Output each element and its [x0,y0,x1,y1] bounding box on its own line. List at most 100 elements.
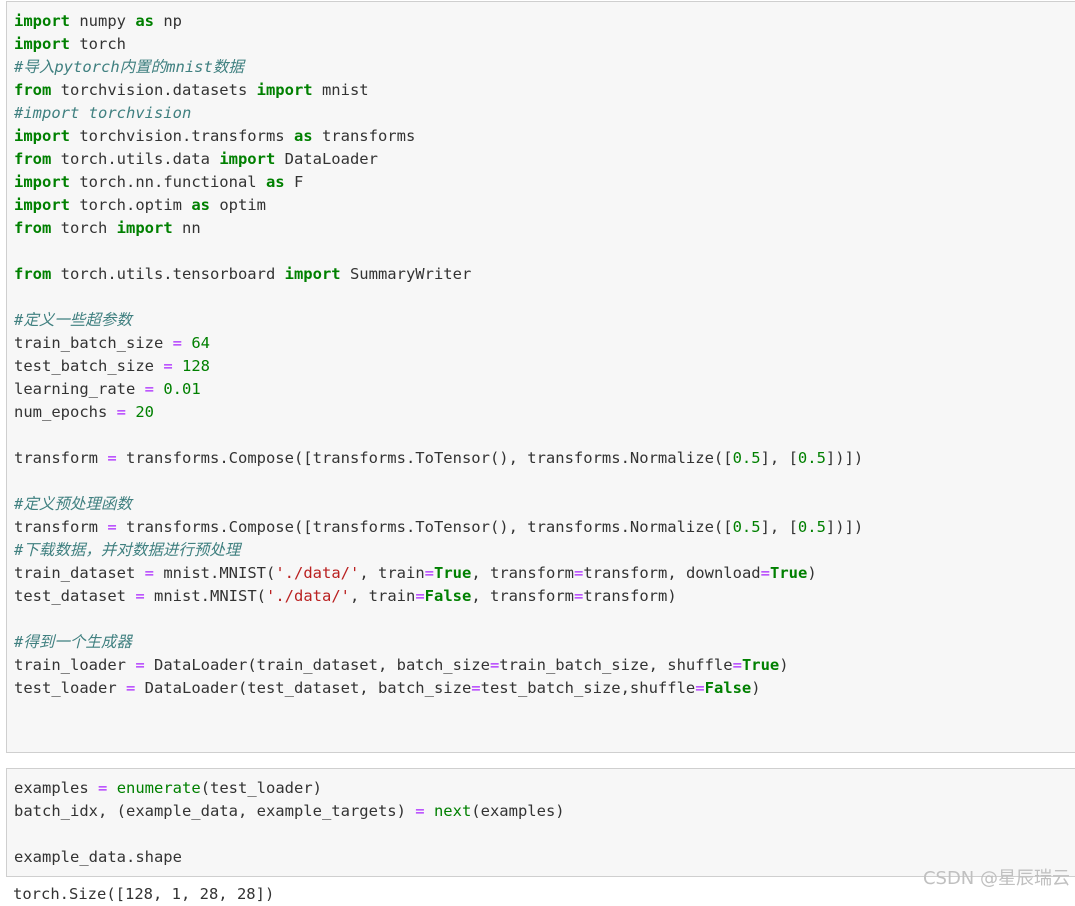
code-token: ], [ [760,518,798,536]
code-token: = [172,334,182,352]
code-token: 0.5 [797,518,826,536]
code-token: import [14,173,70,191]
code-token: import [14,127,70,145]
code-token: transforms [312,127,416,145]
code-line: import torch.optim as optim [14,194,863,217]
code-token: import [256,81,313,99]
code-token: test_batch_size [14,357,164,375]
code-token: 0.5 [797,449,826,467]
code-token: import [14,12,70,30]
code-token: torch.utils.data [51,150,220,168]
code-line: #定义一些超参数 [14,309,863,332]
code-token: test_loader [14,679,126,697]
code-token: DataLoader [275,150,378,168]
code-token: #import torchvision [14,104,192,122]
code-line: from torch.utils.tensorboard import Summ… [14,263,863,286]
code-token: = [415,802,425,820]
code-token: 0.5 [732,449,761,467]
code-token: './data/' [275,564,360,582]
code-token: train_loader [14,656,136,674]
code-token: = [732,656,742,674]
code-token: import [284,265,341,283]
code-line: examples = enumerate(test_loader) [14,777,565,800]
code-token: 0.01 [163,380,201,398]
code-editor[interactable]: examples = enumerate(test_loader) batch_i… [14,777,565,869]
code-line: num_epochs = 20 [14,401,863,424]
code-token: #下载数据，并对数据进行预处理 [14,541,241,559]
code-token: ) [751,679,761,697]
code-token: torchvision.transforms [70,127,294,145]
code-line: test_dataset = mnist.MNIST('./data/', tr… [14,585,863,608]
code-line: train_batch_size = 64 [14,332,863,355]
code-token: learning_rate [14,380,145,398]
code-token: 20 [135,403,155,421]
code-token: from [14,219,52,237]
code-line: #import torchvision [14,102,863,125]
code-token: #定义预处理函数 [14,495,132,513]
code-token: , train [359,564,425,582]
code-token: import [14,196,70,214]
code-line: #导入pytorch内置的mnist数据 [14,56,863,79]
code-token: = [98,779,108,797]
code-token: , train [350,587,416,605]
code-token: = [163,357,173,375]
code-token: (test_loader) [200,779,323,797]
code-line: #得到一个生成器 [14,631,863,654]
code-token: ], [ [760,449,798,467]
code-line: transform = transforms.Compose([transfor… [14,447,863,470]
code-token: = [574,587,584,605]
code-token: as [191,196,210,214]
code-token: = [135,656,145,674]
code-token: True [741,656,780,674]
code-token: = [125,679,136,697]
code-token: torch.utils.tensorboard [51,265,285,283]
code-cell-imports[interactable]: import numpy as np import torch #导入pytorch… [6,1,1075,753]
code-token: transform [14,449,108,467]
code-token: SummaryWriter [340,265,472,283]
code-token: mnist.MNIST( [144,587,266,605]
code-token: F [284,173,304,191]
code-token: = [424,564,434,582]
code-token: torch.optim [70,196,192,214]
code-token: torchvision.datasets [51,81,257,99]
code-token: example_data.shape [14,848,182,866]
code-token: DataLoader(test_dataset, batch_size [135,679,472,697]
code-token: #定义一些超参数 [14,311,132,329]
code-token: optim [210,196,266,214]
code-token: as [293,127,313,145]
code-line: test_loader = DataLoader(test_dataset, b… [14,677,863,700]
code-cell-examples[interactable]: examples = enumerate(test_loader) batch_i… [6,768,1075,877]
code-token: np [154,12,182,30]
code-line: example_data.shape [14,846,565,869]
code-token: = [489,656,500,674]
code-editor[interactable]: import numpy as np import torch #导入pytorch… [14,10,863,700]
code-token: from [14,150,52,168]
code-token: numpy [70,12,136,30]
code-line: transform = transforms.Compose([transfor… [14,516,863,539]
code-token: 128 [182,357,210,375]
code-token: DataLoader(train_dataset, batch_size [144,656,490,674]
code-token: = [415,587,425,605]
code-token: = [760,564,770,582]
code-token: , transform [471,564,574,582]
code-line: #下载数据，并对数据进行预处理 [14,539,863,562]
code-line: batch_idx, (example_data, example_target… [14,800,565,823]
code-token: mnist.MNIST( [154,564,276,582]
code-token: False [704,679,752,697]
code-line: import torch.nn.functional as F [14,171,863,194]
code-token: = [144,380,154,398]
code-line: train_loader = DataLoader(train_dataset,… [14,654,863,677]
code-token: num_epochs [14,403,117,421]
code-token: nn [172,219,201,237]
code-token: from [14,265,52,283]
code-token: = [471,679,481,697]
code-line: from torch import nn [14,217,863,240]
code-token: 64 [191,334,210,352]
code-line: #定义预处理函数 [14,493,863,516]
